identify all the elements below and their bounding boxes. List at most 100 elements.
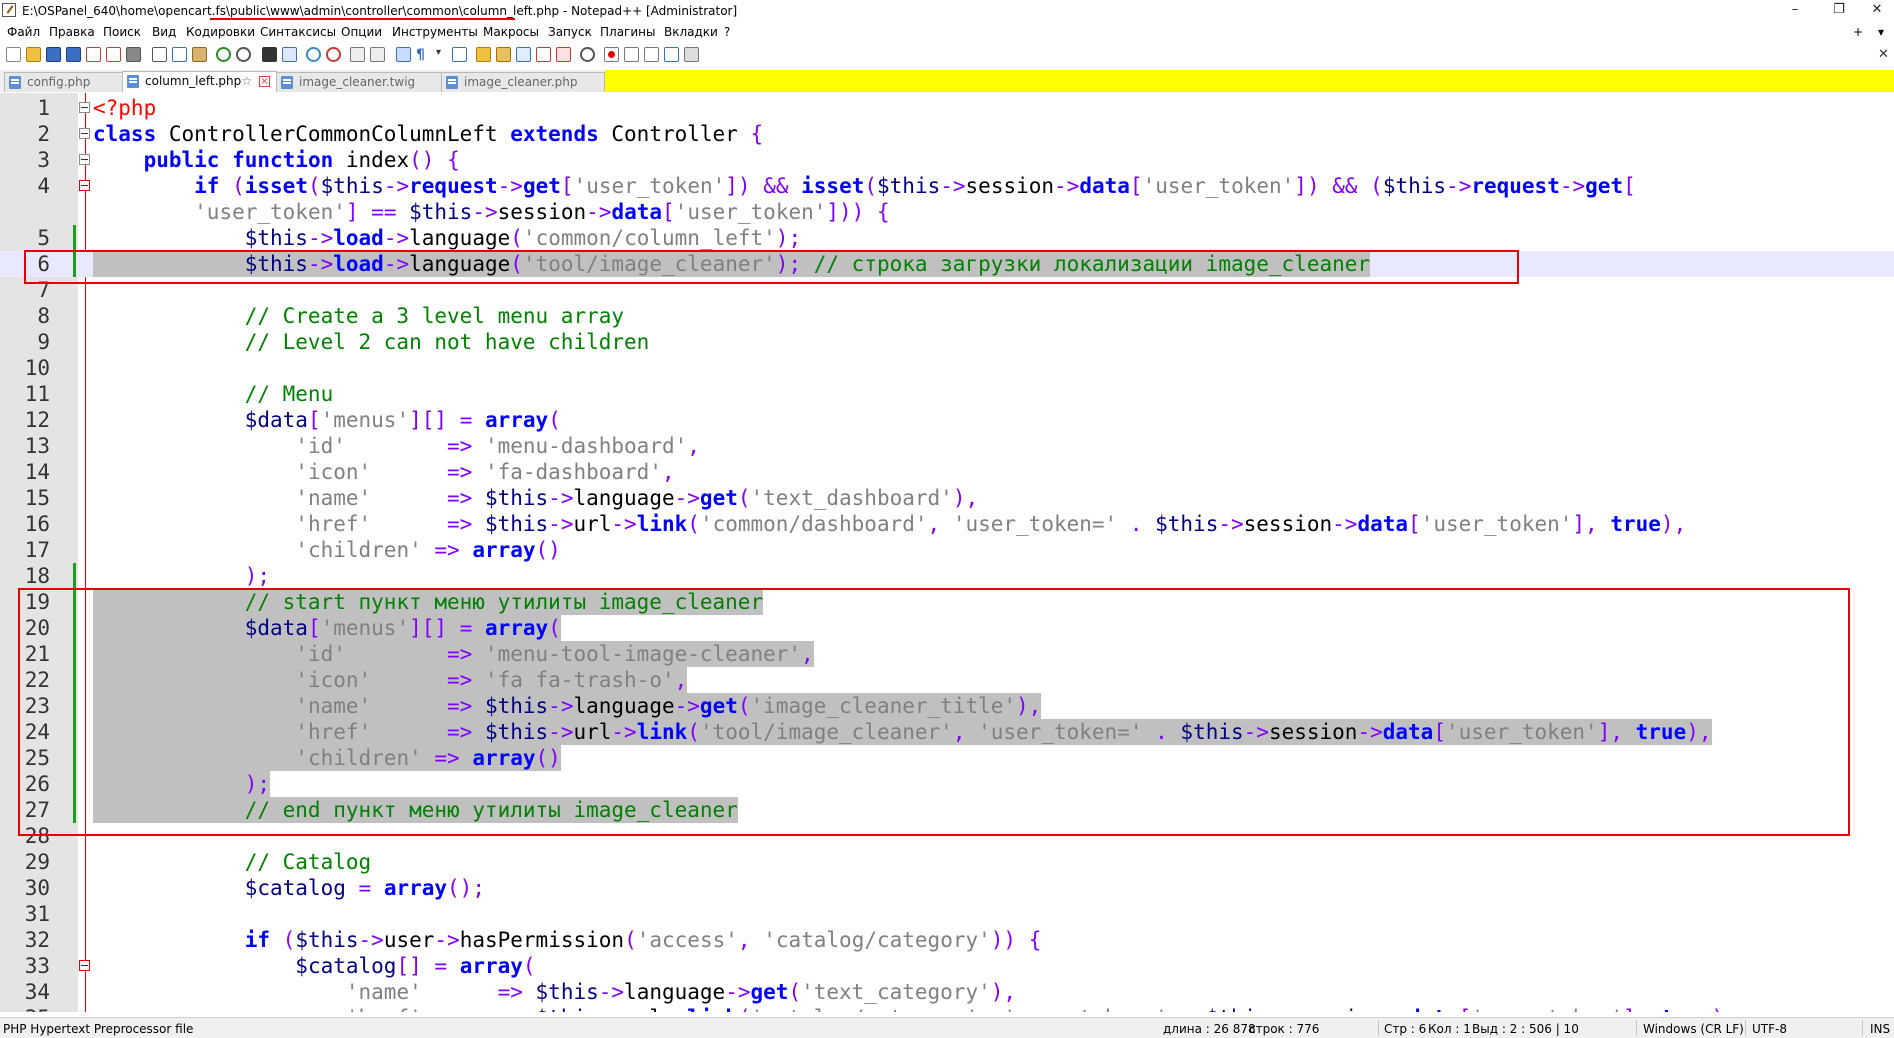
- menu-plugins[interactable]: Плагины: [600, 25, 655, 39]
- paste-icon[interactable]: [192, 47, 207, 62]
- code-token: $data: [244, 408, 308, 432]
- menu-language[interactable]: Синтаксисы: [260, 25, 336, 39]
- record-macro-icon[interactable]: [604, 47, 619, 62]
- open-file-icon[interactable]: [26, 47, 41, 62]
- code-line[interactable]: 'user_token'] == $this->session->data['u…: [0, 199, 1894, 225]
- code-line[interactable]: 13 'id' => 'menu-dashboard',: [0, 433, 1894, 459]
- code-line[interactable]: 3 public function index() {: [0, 147, 1894, 173]
- cut-icon[interactable]: [152, 47, 167, 62]
- menu-tools[interactable]: Инструменты: [392, 25, 478, 39]
- code-line[interactable]: 15 'name' => $this->language->get('text_…: [0, 485, 1894, 511]
- undo-icon[interactable]: [216, 47, 231, 62]
- tab-image-cleaner-twig[interactable]: image_cleaner.twig: [276, 72, 442, 92]
- line-number: 13: [24, 434, 50, 458]
- code-line[interactable]: 12 $data['menus'][] = array(: [0, 407, 1894, 433]
- code-line[interactable]: 11 // Menu: [0, 381, 1894, 407]
- folder-as-workspace-icon[interactable]: [476, 47, 491, 62]
- tab-list-chevron-icon[interactable]: ▾: [1878, 25, 1884, 39]
- pin-tab-icon[interactable]: ☆: [241, 72, 252, 90]
- replace-icon[interactable]: [282, 47, 297, 62]
- code-token: 'user_token=': [952, 512, 1118, 536]
- code-line[interactable]: 17 'children' => array(): [0, 537, 1894, 563]
- code-token: $catalog: [295, 954, 397, 978]
- code-line[interactable]: 1 <?php: [0, 95, 1894, 121]
- code-editor[interactable]: 1 <?php 2 class ControllerCommonColumnLeft …: [0, 93, 1894, 1012]
- fold-toggle-icon[interactable]: [79, 180, 90, 191]
- fold-toggle-icon[interactable]: [79, 154, 90, 165]
- monitoring-icon[interactable]: [580, 47, 595, 62]
- code-token: ]): [1294, 174, 1320, 198]
- menu-encoding[interactable]: Кодировки: [186, 25, 255, 39]
- code-line[interactable]: 2 class ControllerCommonColumnLeft extend…: [0, 121, 1894, 147]
- code-line[interactable]: 35 'href' => $this->url->link('catalog/c…: [0, 1005, 1894, 1012]
- stop-macro-icon[interactable]: [624, 47, 639, 62]
- menu-view[interactable]: Вид: [152, 25, 176, 39]
- line-number: 11: [24, 382, 50, 406]
- tab-column-left-php[interactable]: column_left.php ☆ ×: [122, 71, 277, 92]
- code-line[interactable]: 5 $this->load->language('common/column_l…: [0, 225, 1894, 251]
- fold-toggle-icon[interactable]: [79, 128, 90, 139]
- word-wrap-icon[interactable]: [396, 47, 411, 62]
- menu-settings[interactable]: Опции: [341, 25, 382, 39]
- tab-config-php[interactable]: config.php: [4, 72, 123, 92]
- indent-guide-icon[interactable]: ▾: [436, 47, 451, 62]
- annotation-box-menu-block: [18, 588, 1850, 836]
- notepad-app-icon[interactable]: [2, 3, 16, 17]
- run-macro-multiple-icon[interactable]: [664, 47, 679, 62]
- menu-help[interactable]: ?: [724, 25, 730, 39]
- new-file-icon[interactable]: [6, 47, 21, 62]
- close-button[interactable]: ✕: [1860, 0, 1894, 22]
- code-line[interactable]: 18 );: [0, 563, 1894, 589]
- code-line[interactable]: 14 'icon' => 'fa-dashboard',: [0, 459, 1894, 485]
- zoom-out-icon[interactable]: [326, 47, 341, 62]
- code-line[interactable]: 8 // Create a 3 level menu array: [0, 303, 1894, 329]
- code-line[interactable]: 29 // Catalog: [0, 849, 1894, 875]
- save-icon[interactable]: [46, 47, 61, 62]
- code-line[interactable]: 32 if ($this->user->hasPermission('acces…: [0, 927, 1894, 953]
- close-all-icon[interactable]: [106, 47, 121, 62]
- code-line[interactable]: 9 // Level 2 can not have children: [0, 329, 1894, 355]
- save-all-icon[interactable]: [66, 47, 81, 62]
- folder-view-icon[interactable]: [556, 47, 571, 62]
- redo-icon[interactable]: [236, 47, 251, 62]
- code-line[interactable]: 16 'href' => $this->url->link('common/da…: [0, 511, 1894, 537]
- fold-toggle-icon[interactable]: [79, 960, 90, 971]
- menu-macro[interactable]: Макросы: [483, 25, 539, 39]
- code-line[interactable]: 31: [0, 901, 1894, 927]
- print-icon[interactable]: [126, 47, 141, 62]
- sync-vertical-icon[interactable]: [350, 47, 365, 62]
- code-line[interactable]: 4 if (isset($this->request->get['user_to…: [0, 173, 1894, 199]
- zoom-in-icon[interactable]: [306, 47, 321, 62]
- code-token: 'href': [295, 512, 372, 536]
- tab-image-cleaner-php[interactable]: image_cleaner.php: [441, 72, 605, 92]
- play-macro-icon[interactable]: [644, 47, 659, 62]
- code-line[interactable]: 10: [0, 355, 1894, 381]
- add-tab-icon[interactable]: +: [1853, 25, 1863, 39]
- restore-button[interactable]: ❐: [1817, 0, 1861, 22]
- menu-file[interactable]: Файл: [7, 25, 40, 39]
- menu-window[interactable]: Вкладки: [664, 25, 718, 39]
- menu-run[interactable]: Запуск: [548, 25, 592, 39]
- code-token: {: [750, 122, 764, 146]
- find-icon[interactable]: [262, 47, 277, 62]
- close-tab-icon[interactable]: ×: [259, 76, 270, 87]
- save-macro-icon[interactable]: [684, 47, 699, 62]
- code-line[interactable]: 34 'name' => $this->language->get('text_…: [0, 979, 1894, 1005]
- doc-map-icon[interactable]: [496, 47, 511, 62]
- close-file-icon[interactable]: [86, 47, 101, 62]
- copy-icon[interactable]: [172, 47, 187, 62]
- close-toolbar-icon[interactable]: ✕: [1878, 47, 1889, 62]
- indent-icon[interactable]: [452, 47, 467, 62]
- function-list-icon[interactable]: [536, 47, 551, 62]
- menu-search[interactable]: Поиск: [103, 25, 141, 39]
- show-all-chars-icon[interactable]: ¶: [416, 47, 431, 63]
- code-line[interactable]: 33 $catalog[] = array(: [0, 953, 1894, 979]
- menu-edit[interactable]: Правка: [49, 25, 95, 39]
- doc-list-icon[interactable]: [516, 47, 531, 62]
- minimize-button[interactable]: –: [1773, 0, 1817, 22]
- code-line[interactable]: 30 $catalog = array();: [0, 875, 1894, 901]
- fold-toggle-icon[interactable]: [79, 102, 90, 113]
- sync-horizontal-icon[interactable]: [370, 47, 385, 62]
